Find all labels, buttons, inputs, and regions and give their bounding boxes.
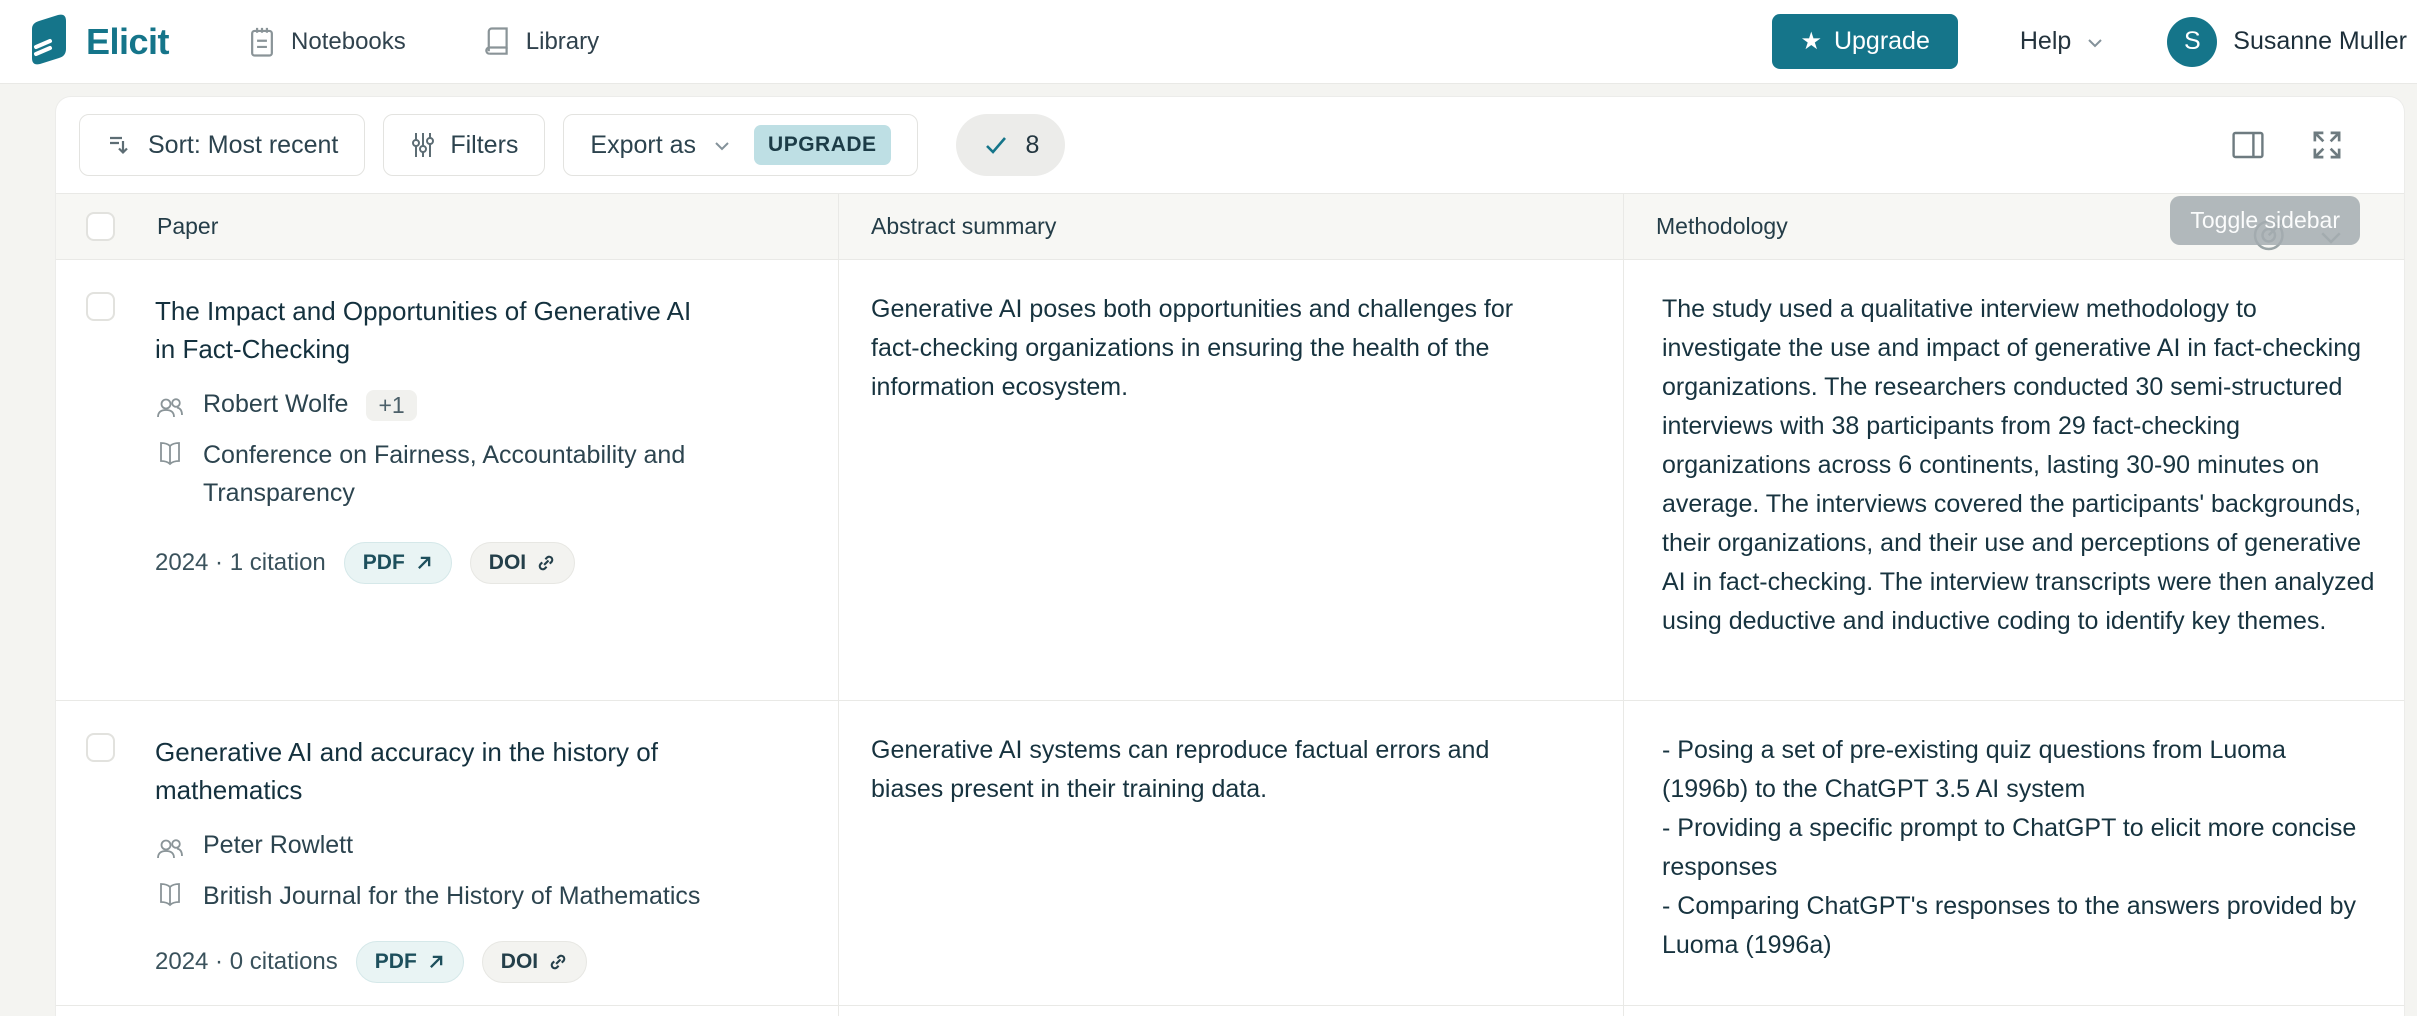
authors-icon — [155, 835, 185, 863]
export-button-label: Export as — [590, 131, 696, 160]
help-menu[interactable]: Help — [2020, 27, 2107, 56]
pdf-label: PDF — [363, 551, 405, 575]
chevron-down-icon[interactable] — [2316, 222, 2346, 254]
table-header: Paper Abstract summary Methodology Toggl… — [56, 193, 2404, 260]
column-header-actions — [2250, 214, 2346, 254]
journal-icon — [155, 881, 185, 915]
filters-icon — [410, 131, 436, 159]
elicit-logo[interactable]: Elicit — [26, 13, 169, 70]
export-upgrade-badge: UPGRADE — [754, 125, 891, 165]
methodology-text: - Posing a set of pre-existing quiz ques… — [1662, 731, 2376, 965]
chevron-down-icon — [2083, 30, 2107, 54]
paper-authors[interactable]: Robert Wolfe — [203, 390, 348, 422]
link-icon — [548, 952, 568, 972]
doi-link[interactable]: DOI — [470, 542, 575, 584]
book-icon — [484, 26, 512, 58]
paper-venue: Conference on Fairness, Accountability a… — [203, 436, 703, 512]
authors-icon — [155, 394, 185, 422]
abstract-text: Generative AI poses both opportunities a… — [871, 290, 1567, 407]
pdf-link[interactable]: PDF — [356, 941, 464, 983]
nav-item-notebooks[interactable]: Notebooks — [247, 26, 406, 58]
table-row: The Impact and Opportunities of Generati… — [56, 260, 2404, 701]
toggle-sidebar-icon[interactable] — [2230, 129, 2266, 161]
view-controls — [2230, 128, 2344, 162]
row-checkbox[interactable] — [86, 733, 115, 762]
paper-title[interactable]: Generative AI and accuracy in the histor… — [155, 733, 715, 809]
upgrade-button-label: Upgrade — [1834, 27, 1930, 56]
paper-cell: The Impact and Opportunities of Generati… — [56, 260, 839, 700]
external-link-icon — [427, 953, 445, 971]
table-row — [56, 1006, 2404, 1016]
table-toolbar: Sort: Most recent Filters Export as UPGR… — [56, 97, 2404, 193]
doi-label: DOI — [501, 950, 538, 974]
pdf-link[interactable]: PDF — [344, 542, 452, 584]
paper-meta: 2024 · 1 citation — [155, 549, 326, 577]
sort-button[interactable]: Sort: Most recent — [79, 114, 365, 176]
column-label: Methodology — [1656, 213, 1788, 240]
star-icon: ★ — [1800, 27, 1822, 56]
methodology-text: The study used a qualitative interview m… — [1662, 290, 2376, 641]
abstract-text: Generative AI systems can reproduce fact… — [871, 731, 1567, 809]
pdf-label: PDF — [375, 950, 417, 974]
paper-title[interactable]: The Impact and Opportunities of Generati… — [155, 292, 715, 368]
chevron-down-icon — [710, 133, 734, 157]
paper-authors[interactable]: Peter Rowlett — [203, 831, 353, 863]
filters-button-label: Filters — [450, 131, 518, 160]
link-icon — [536, 553, 556, 573]
user-menu[interactable]: S Susanne Muller — [2167, 17, 2407, 67]
authors-more-badge[interactable]: +1 — [366, 390, 416, 421]
external-link-icon — [415, 554, 433, 572]
upgrade-button[interactable]: ★ Upgrade — [1772, 14, 1957, 69]
methodology-cell[interactable]: The study used a qualitative interview m… — [1624, 260, 2404, 700]
paper-meta: 2024 · 0 citations — [155, 948, 338, 976]
nav-item-library[interactable]: Library — [484, 26, 599, 58]
help-label: Help — [2020, 27, 2071, 56]
elicit-logo-icon — [26, 13, 72, 70]
filters-button[interactable]: Filters — [383, 114, 545, 176]
abstract-cell[interactable]: Generative AI systems can reproduce fact… — [839, 701, 1624, 1005]
nav-item-label: Library — [526, 28, 599, 56]
user-name: Susanne Muller — [2233, 27, 2407, 56]
export-button[interactable]: Export as UPGRADE — [563, 114, 917, 176]
select-all-checkbox[interactable] — [86, 212, 115, 241]
selected-count: 8 — [1026, 131, 1040, 160]
abstract-cell[interactable]: Generative AI poses both opportunities a… — [839, 260, 1624, 700]
navbar-right: ★ Upgrade Help S Susanne Muller — [1772, 14, 2407, 69]
paper-venue: British Journal for the History of Mathe… — [203, 877, 700, 915]
column-label: Paper — [157, 213, 218, 240]
check-icon — [982, 131, 1010, 159]
sort-icon — [106, 131, 134, 159]
journal-icon — [155, 440, 185, 512]
methodology-cell[interactable]: - Posing a set of pre-existing quiz ques… — [1624, 701, 2404, 1005]
top-navbar: Elicit Notebooks Library ★ Upgrade Help — [0, 0, 2417, 84]
selected-count-pill[interactable]: 8 — [956, 114, 1066, 176]
paper-cell: Generative AI and accuracy in the histor… — [56, 701, 839, 1005]
column-header-paper[interactable]: Paper — [56, 194, 839, 259]
nav-item-label: Notebooks — [291, 28, 406, 56]
doi-link[interactable]: DOI — [482, 941, 587, 983]
table-row: Generative AI and accuracy in the histor… — [56, 701, 2404, 1006]
fullscreen-icon[interactable] — [2310, 128, 2344, 162]
column-header-abstract[interactable]: Abstract summary — [839, 194, 1624, 259]
accuracy-target-icon[interactable] — [2250, 214, 2290, 254]
doi-label: DOI — [489, 551, 526, 575]
avatar: S — [2167, 17, 2217, 67]
brand-name: Elicit — [86, 21, 169, 63]
notebook-icon — [247, 26, 277, 58]
results-panel: Sort: Most recent Filters Export as UPGR… — [55, 96, 2405, 1016]
sort-button-label: Sort: Most recent — [148, 131, 338, 160]
column-label: Abstract summary — [871, 213, 1056, 240]
row-checkbox[interactable] — [86, 292, 115, 321]
